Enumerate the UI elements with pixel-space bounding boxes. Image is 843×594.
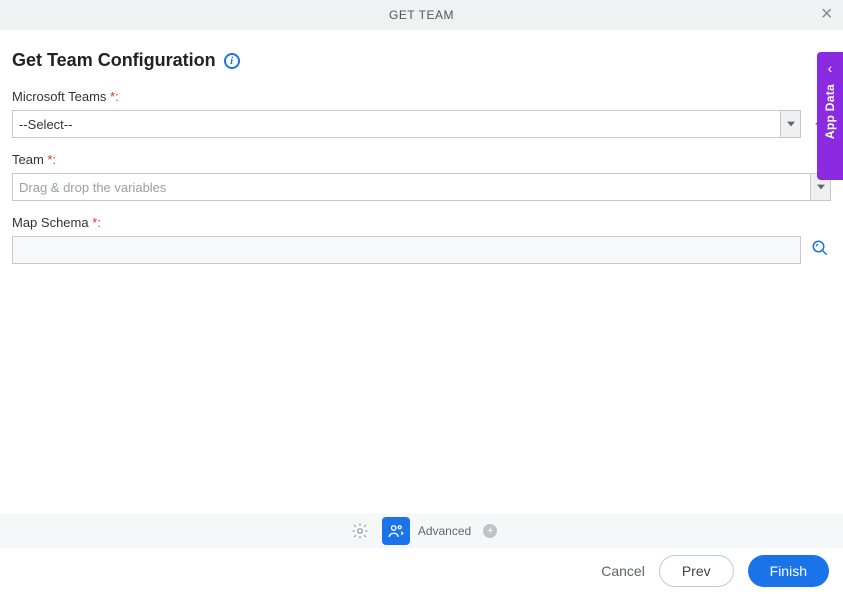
page-title-text: Get Team Configuration <box>12 50 216 71</box>
prev-button[interactable]: Prev <box>659 555 734 587</box>
footer-bar: Cancel Prev Finish <box>0 548 843 594</box>
info-icon[interactable]: i <box>224 53 240 69</box>
team-placeholder: Drag & drop the variables <box>19 180 824 195</box>
modal-header: GET TEAM × <box>0 0 843 30</box>
schema-lookup-icon[interactable] <box>811 239 831 262</box>
microsoft-teams-select[interactable]: --Select-- <box>12 110 801 138</box>
map-schema-input[interactable] <box>12 236 801 264</box>
content-area: Get Team Configuration i Microsoft Teams… <box>0 30 843 264</box>
microsoft-teams-value: --Select-- <box>19 117 794 132</box>
team-input[interactable]: Drag & drop the variables <box>12 173 831 201</box>
field-map-schema: Map Schema *: <box>12 215 831 264</box>
field-microsoft-teams: Microsoft Teams *: --Select-- + <box>12 89 831 138</box>
cancel-button[interactable]: Cancel <box>601 563 645 579</box>
dropdown-caret-icon[interactable] <box>780 111 800 137</box>
label-map-schema: Map Schema *: <box>12 215 831 230</box>
close-icon[interactable]: × <box>821 4 833 24</box>
finish-button[interactable]: Finish <box>748 555 829 587</box>
advanced-label[interactable]: Advanced <box>418 524 471 538</box>
app-data-panel-tab[interactable]: ‹ App Data <box>817 52 843 180</box>
settings-icon[interactable] <box>346 517 374 545</box>
chevron-left-icon: ‹ <box>828 60 833 76</box>
people-icon[interactable] <box>382 517 410 545</box>
page-title: Get Team Configuration i <box>12 50 240 71</box>
label-microsoft-teams: Microsoft Teams *: <box>12 89 831 104</box>
advanced-plus-icon[interactable]: + <box>483 524 497 538</box>
app-data-label: App Data <box>823 84 837 139</box>
field-team: Team *: Drag & drop the variables <box>12 152 831 201</box>
label-team: Team *: <box>12 152 831 167</box>
modal-title: GET TEAM <box>389 8 454 22</box>
bottom-toolbar: Advanced + <box>0 514 843 548</box>
